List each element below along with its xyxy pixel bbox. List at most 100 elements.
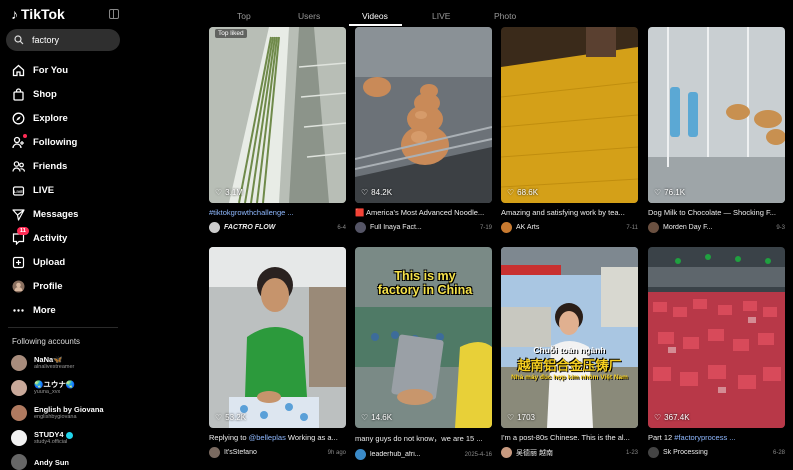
video-meta: Morden Day F... 9-3 xyxy=(648,222,785,233)
notification-dot xyxy=(23,134,27,138)
author-name[interactable]: Morden Day F... xyxy=(663,224,772,231)
svg-text:LIVE: LIVE xyxy=(14,189,23,194)
heart-icon: ♡ xyxy=(654,188,662,197)
video-date: 1-23 xyxy=(625,449,638,456)
author-avatar[interactable] xyxy=(355,222,366,233)
heart-icon: ♡ xyxy=(654,413,662,422)
tiktok-logo[interactable]: ♪ TikTok xyxy=(11,6,65,22)
nav-friends[interactable]: Friends xyxy=(0,154,130,178)
like-count: ♡ 3.1M xyxy=(215,188,243,197)
active-tab-indicator xyxy=(349,24,402,26)
video-card[interactable]: Top liked ♡ 3.1M #tiktokgrowthchallenge .… xyxy=(209,27,346,233)
video-caption[interactable]: 🟥 America's Most Advanced Noodle... xyxy=(355,208,492,217)
video-thumbnail[interactable]: ♡ 76.1K xyxy=(648,27,785,203)
friends-icon xyxy=(11,159,25,173)
video-thumbnail[interactable]: This is my factory in China ♡ 14.6K xyxy=(355,247,492,428)
account-username: alnalivestreamer xyxy=(34,364,75,370)
author-avatar[interactable] xyxy=(209,447,220,458)
avatar xyxy=(11,405,27,421)
video-card[interactable]: ♡ 53.2K Replying to @belleplas Working as… xyxy=(209,247,346,458)
nav-messages[interactable]: Messages xyxy=(0,202,130,226)
nav-label: For You xyxy=(33,64,69,76)
search-input[interactable] xyxy=(30,34,110,46)
video-meta: AK Arts 7-11 xyxy=(501,222,638,233)
nav-explore[interactable]: Explore xyxy=(0,106,130,130)
video-caption[interactable]: many guys do not know，we are 15 ... xyxy=(355,433,492,444)
thumbnail-image xyxy=(209,27,346,203)
author-name[interactable]: 吴德丽 越南 xyxy=(516,448,622,458)
following-account[interactable]: Andy Sun xyxy=(11,454,69,470)
video-thumbnail[interactable]: ♡ 367.4K xyxy=(648,247,785,428)
collapse-sidebar-icon[interactable] xyxy=(109,9,119,19)
author-avatar[interactable] xyxy=(648,447,659,458)
following-account[interactable]: 🌏ユウナ🌏 yuuna_xvx xyxy=(11,380,75,396)
nav-label: LIVE xyxy=(33,184,55,196)
video-thumbnail[interactable]: ♡ 84.2K xyxy=(355,27,492,203)
video-card[interactable]: Chuỗi toàn ngành 越南铝合金压铸厂 Nhà máy đúc hợ… xyxy=(501,247,638,458)
top-liked-badge: Top liked xyxy=(215,29,247,38)
author-name[interactable]: It'sStefano xyxy=(224,449,324,456)
following-account[interactable]: English by Giovana englishbygiovana xyxy=(11,405,104,421)
video-caption[interactable]: Part 12 #factoryprocess ... xyxy=(648,433,785,442)
author-avatar[interactable] xyxy=(209,222,220,233)
video-caption[interactable]: Replying to @belleplas Working as a... xyxy=(209,433,346,442)
following-account[interactable]: NaNa🦋 alnalivestreamer xyxy=(11,355,74,371)
nav-label: Upload xyxy=(33,256,66,268)
tab-videos[interactable]: Videos xyxy=(362,11,388,21)
tab-users[interactable]: Users xyxy=(298,11,320,21)
video-card[interactable]: ♡ 367.4K Part 12 #factoryprocess ... Sk P… xyxy=(648,247,785,458)
video-caption[interactable]: Dog Milk to Chocolate — Shocking F... xyxy=(648,208,785,217)
author-avatar[interactable] xyxy=(501,447,512,458)
activity-badge: 11 xyxy=(17,227,29,235)
search-tabs: Top Users Videos LIVE Photo xyxy=(200,0,793,26)
video-thumbnail[interactable]: Top liked ♡ 3.1M xyxy=(209,27,346,203)
author-avatar[interactable] xyxy=(501,222,512,233)
more-icon xyxy=(11,303,25,317)
video-card[interactable]: ♡ 68.6K Amazing and satisfying work by te… xyxy=(501,27,638,233)
author-avatar[interactable] xyxy=(355,449,366,460)
nav-upload[interactable]: Upload xyxy=(0,250,130,274)
compass-icon xyxy=(11,111,25,125)
video-card[interactable]: ♡ 84.2K 🟥 America's Most Advanced Noodle.… xyxy=(355,27,492,233)
nav-activity[interactable]: 11 Activity xyxy=(0,226,130,250)
nav-for-you[interactable]: For You xyxy=(0,58,130,82)
like-count: ♡ 53.2K xyxy=(215,413,247,422)
account-username: yuuna_xvx xyxy=(34,389,61,395)
nav-live[interactable]: LIVE LIVE xyxy=(0,178,130,202)
nav-following[interactable]: Following xyxy=(0,130,130,154)
account-username: study4.official xyxy=(34,439,68,445)
video-meta: Sk Processing 6-28 xyxy=(648,447,785,458)
search-bar[interactable] xyxy=(6,29,120,51)
nav-more[interactable]: More xyxy=(0,298,130,322)
avatar xyxy=(11,380,27,396)
author-name[interactable]: FACTRO FLOW xyxy=(224,224,333,231)
tab-top[interactable]: Top xyxy=(237,11,251,21)
video-caption[interactable]: #tiktokgrowthchallenge ... xyxy=(209,208,346,217)
send-icon xyxy=(11,207,25,221)
author-name[interactable]: Full Inaya Fact... xyxy=(370,224,476,231)
heart-icon: ♡ xyxy=(361,188,369,197)
following-account[interactable]: STUDY4 study4.official xyxy=(11,430,73,446)
tab-photo[interactable]: Photo xyxy=(494,11,516,21)
video-thumbnail[interactable]: Chuỗi toàn ngành 越南铝合金压铸厂 Nhà máy đúc hợ… xyxy=(501,247,638,428)
nav-profile[interactable]: Profile xyxy=(0,274,130,298)
tab-live[interactable]: LIVE xyxy=(432,11,450,21)
nav-label: Messages xyxy=(33,208,79,220)
author-name[interactable]: Sk Processing xyxy=(663,449,769,456)
video-caption[interactable]: Amazing and satisfying work by tea... xyxy=(501,208,638,217)
video-thumbnail[interactable]: ♡ 68.6K xyxy=(501,27,638,203)
account-name: Andy Sun xyxy=(34,457,69,467)
video-card[interactable]: ♡ 76.1K Dog Milk to Chocolate — Shocking … xyxy=(648,27,785,233)
heart-icon: ♡ xyxy=(215,188,223,197)
video-caption[interactable]: I'm a post-80s Chinese. This is the al..… xyxy=(501,433,638,442)
nav-shop[interactable]: Shop xyxy=(0,82,130,106)
video-card[interactable]: This is my factory in China ♡ 14.6K many … xyxy=(355,247,492,460)
avatar xyxy=(11,355,27,371)
video-overlay-text: Nhà máy đúc hợp kim nhôm Việt Nam xyxy=(511,374,628,381)
nav-label: Profile xyxy=(33,280,63,292)
author-avatar[interactable] xyxy=(648,222,659,233)
plus-icon xyxy=(11,255,25,269)
author-name[interactable]: leaderhub_afri... xyxy=(370,451,461,458)
video-thumbnail[interactable]: ♡ 53.2K xyxy=(209,247,346,428)
author-name[interactable]: AK Arts xyxy=(516,224,622,231)
